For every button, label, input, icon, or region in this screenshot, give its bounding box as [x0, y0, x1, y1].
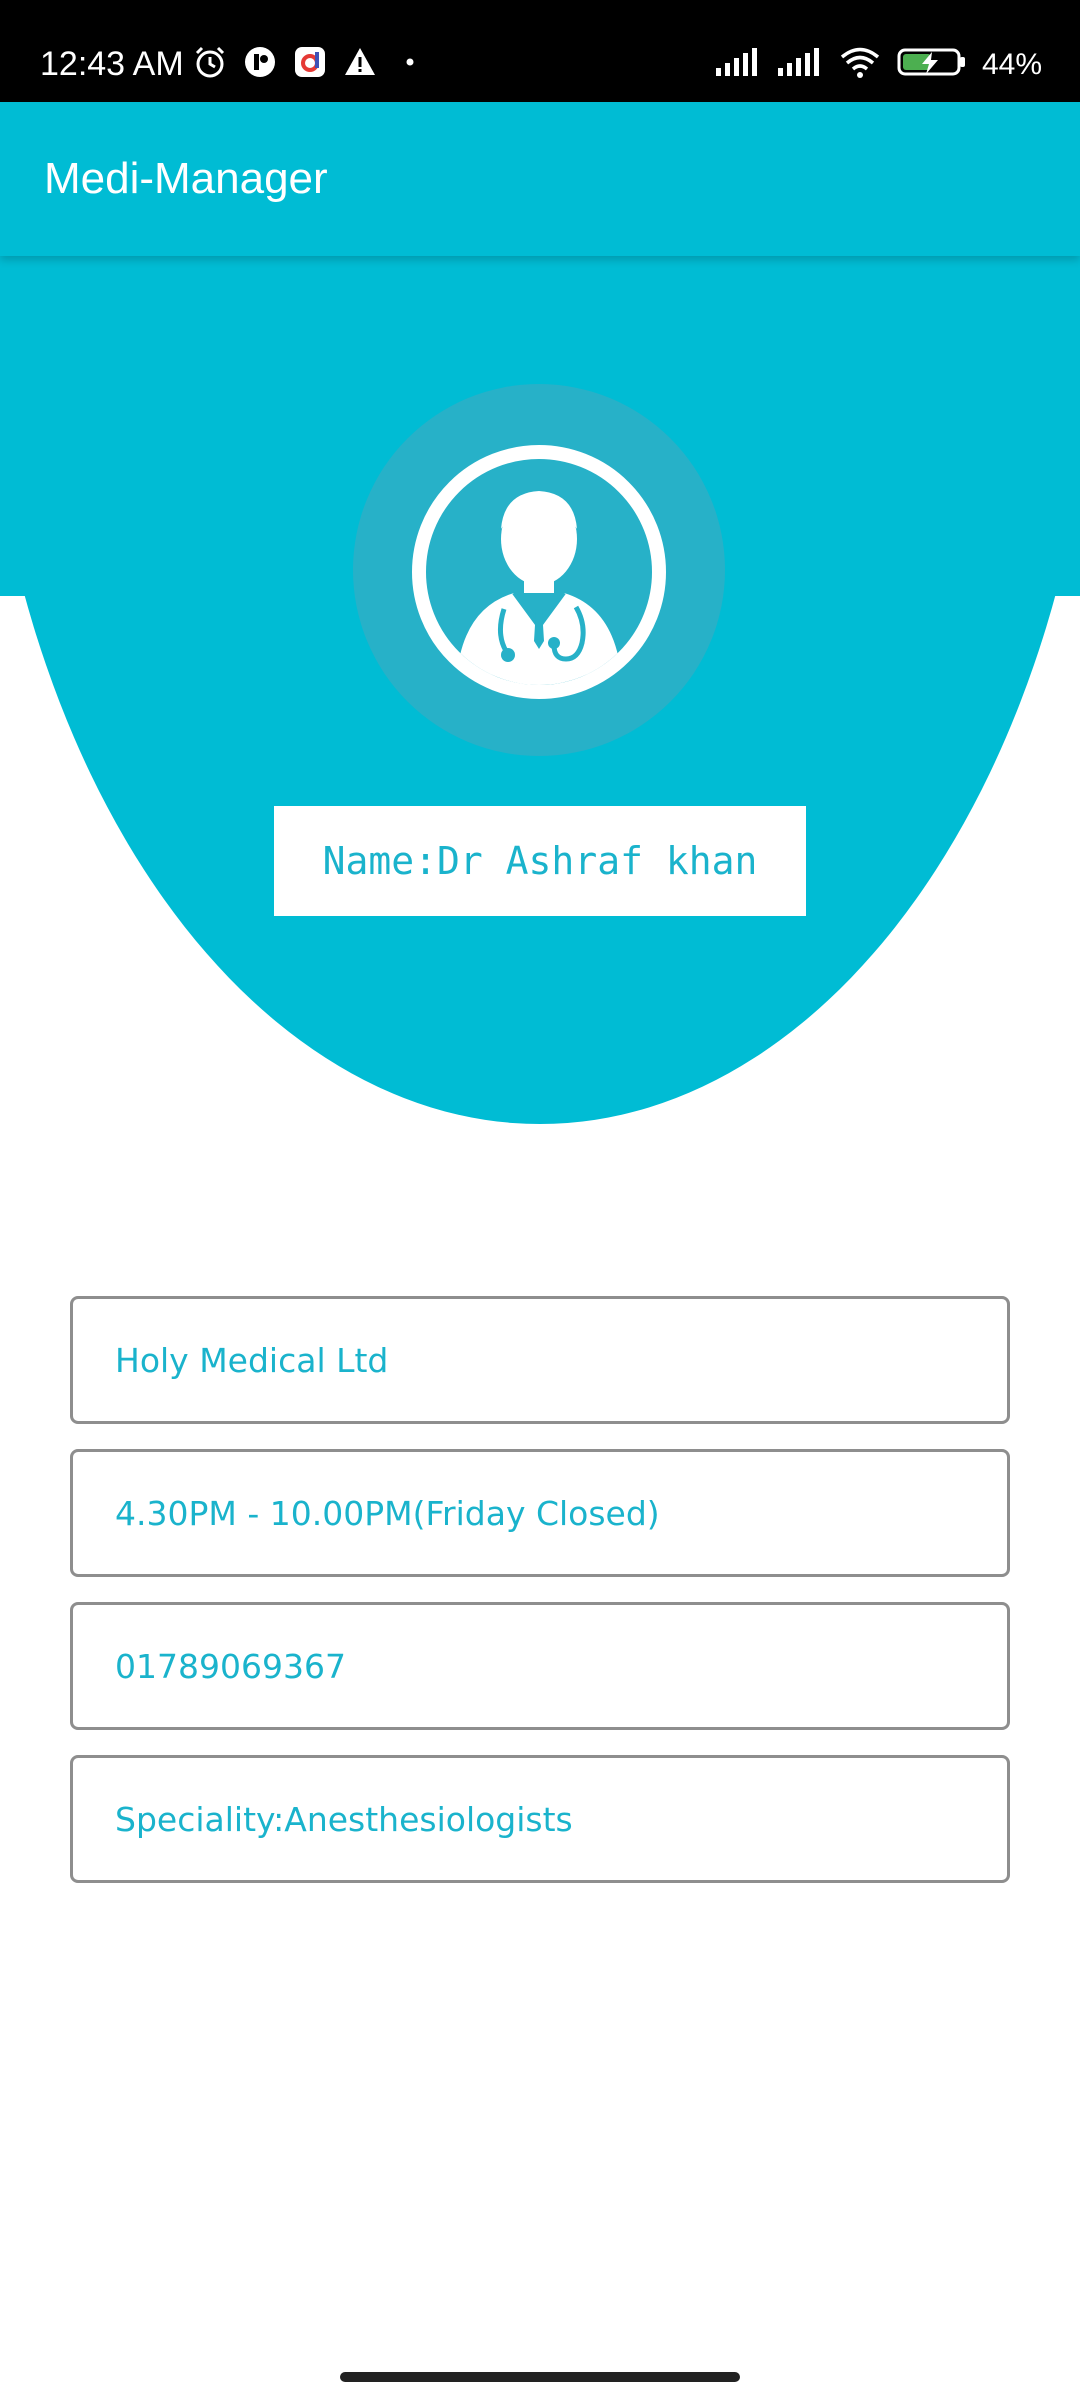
avatar: [412, 445, 666, 699]
app-notification-icon: [292, 44, 328, 80]
speciality-field: Speciality:Anesthesiologists: [70, 1755, 1010, 1883]
signal-icon: [776, 44, 824, 85]
app-notification-icon: [242, 44, 278, 80]
dot-icon: [392, 44, 428, 80]
hours-field: 4.30PM - 10.00PM(Friday Closed): [70, 1449, 1010, 1577]
status-time: 12:43 AM: [40, 45, 184, 83]
doctor-name-box: Name:Dr Ashraf khan: [274, 806, 806, 916]
status-notification-icons: [192, 44, 428, 80]
gesture-nav-bar[interactable]: [340, 2372, 740, 2382]
doctor-name: Name:Dr Ashraf khan: [322, 839, 758, 883]
battery-percent: 44%: [981, 47, 1042, 81]
hospital-field: Holy Medical Ltd: [70, 1296, 1010, 1424]
status-system-icons: 44%: [714, 44, 1042, 85]
wifi-icon: [838, 44, 882, 85]
signal-icon: [714, 44, 762, 85]
app-title: Medi-Manager: [44, 154, 328, 203]
status-bar: 12:43 AM 44%: [0, 0, 1080, 102]
warning-icon: [342, 44, 378, 80]
battery-charging-icon: [896, 44, 968, 85]
phone-field[interactable]: 01789069367: [70, 1602, 1010, 1730]
alarm-icon: [192, 44, 228, 80]
app-bar: Medi-Manager: [0, 102, 1080, 256]
doctor-icon: [456, 491, 622, 685]
